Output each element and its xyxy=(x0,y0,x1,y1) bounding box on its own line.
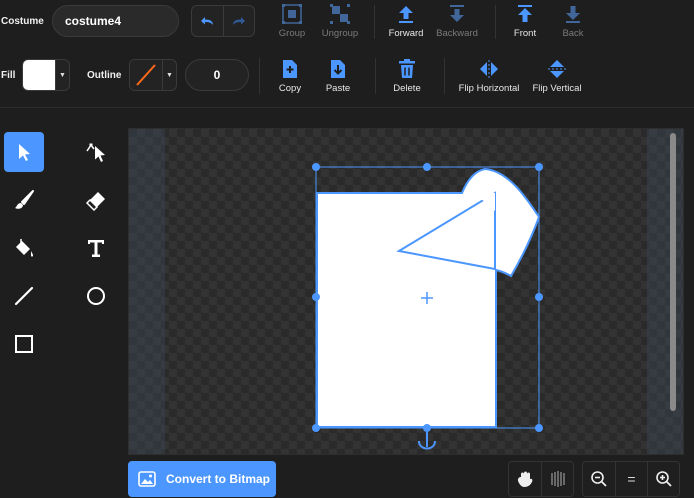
line-tool[interactable] xyxy=(4,276,44,316)
paint-canvas[interactable] xyxy=(128,128,684,455)
vector-mode-button[interactable] xyxy=(509,462,541,496)
forward-icon xyxy=(399,6,413,23)
select-tool[interactable] xyxy=(4,132,44,172)
ungroup-label: Ungroup xyxy=(321,28,359,39)
outline-width-input[interactable]: 0 xyxy=(185,59,249,91)
flip-horizontal-button[interactable]: Flip Horizontal xyxy=(454,58,524,94)
canvas-scrollbar[interactable] xyxy=(670,133,676,411)
undo-redo-group xyxy=(191,5,255,37)
arrow-cursor-icon xyxy=(19,144,30,161)
redo-button[interactable] xyxy=(222,6,255,36)
zoom-out-button[interactable] xyxy=(583,462,615,496)
redo-icon xyxy=(232,17,245,25)
flip-vertical-button[interactable]: Flip Vertical xyxy=(522,58,592,94)
zoom-out-icon xyxy=(591,471,607,487)
convert-to-bitmap-button[interactable]: Convert to Bitmap xyxy=(128,461,276,497)
zoom-group: = xyxy=(582,461,680,497)
copy-label: Copy xyxy=(278,83,302,94)
undo-icon xyxy=(201,17,214,25)
copy-icon xyxy=(283,60,297,78)
circle-icon xyxy=(87,287,105,305)
fill-label: Fill xyxy=(1,70,16,81)
outline-label: Outline xyxy=(87,70,122,81)
line-icon xyxy=(14,286,34,306)
zoom-reset-button[interactable]: = xyxy=(615,462,647,496)
brush-mode-group xyxy=(508,461,574,497)
back-icon xyxy=(566,6,580,23)
flip-vertical-icon xyxy=(548,60,566,78)
bitmap-image-icon xyxy=(138,471,156,487)
costume-name-input[interactable]: costume4 xyxy=(52,5,179,37)
reshape-tool[interactable] xyxy=(76,132,116,172)
ungroup-icon xyxy=(330,4,350,24)
ungroup-button[interactable]: Ungroup xyxy=(305,3,375,39)
drawing-layer xyxy=(312,163,543,450)
caret-down-icon: ▼ xyxy=(162,60,176,90)
brush-icon xyxy=(15,190,34,209)
group-icon xyxy=(282,4,302,24)
rectangle-icon xyxy=(15,335,33,353)
backward-button[interactable]: Backward xyxy=(422,3,492,39)
paint-bucket-icon xyxy=(16,239,33,257)
front-icon xyxy=(518,5,532,22)
flip-vertical-label: Flip Vertical xyxy=(532,83,582,94)
outline-swatch xyxy=(130,60,162,90)
brush-tool[interactable] xyxy=(4,180,44,220)
circle-tool[interactable] xyxy=(76,276,116,316)
group-label: Group xyxy=(278,28,306,39)
zoom-in-icon xyxy=(655,471,672,487)
divider xyxy=(444,58,445,94)
toolbar-divider xyxy=(0,107,694,108)
paste-label: Paste xyxy=(325,83,351,94)
flip-horizontal-icon xyxy=(480,60,498,78)
backward-icon xyxy=(450,5,464,22)
front-label: Front xyxy=(513,28,537,39)
backward-label: Backward xyxy=(436,28,478,39)
rotation-handle xyxy=(418,432,436,450)
fill-color-picker[interactable]: ▼ xyxy=(22,59,70,91)
eraser-tool[interactable] xyxy=(76,180,116,220)
delete-button[interactable]: Delete xyxy=(372,58,442,94)
back-label: Back xyxy=(562,28,584,39)
zoom-in-button[interactable] xyxy=(647,462,679,496)
rectangle-tool[interactable] xyxy=(4,324,44,364)
convert-label: Convert to Bitmap xyxy=(166,472,271,486)
costume-label: Costume xyxy=(1,16,44,27)
back-button[interactable]: Back xyxy=(538,3,608,39)
eraser-icon xyxy=(85,192,105,211)
delete-label: Delete xyxy=(393,83,421,94)
outline-color-picker[interactable]: ▼ xyxy=(129,59,177,91)
hand-icon xyxy=(517,471,533,487)
forward-label: Forward xyxy=(388,28,424,39)
grid-toggle-button[interactable] xyxy=(541,462,573,496)
paste-icon xyxy=(331,60,345,78)
lines-icon xyxy=(550,471,565,487)
reshape-icon xyxy=(86,143,105,162)
undo-button[interactable] xyxy=(192,6,223,36)
text-icon xyxy=(88,240,104,257)
trash-icon xyxy=(399,59,415,78)
text-tool[interactable] xyxy=(76,228,116,268)
fill-swatch xyxy=(23,60,55,90)
paste-button[interactable]: Paste xyxy=(303,58,373,94)
flip-horizontal-label: Flip Horizontal xyxy=(458,83,520,94)
fill-tool[interactable] xyxy=(4,228,44,268)
caret-down-icon: ▼ xyxy=(55,60,69,90)
